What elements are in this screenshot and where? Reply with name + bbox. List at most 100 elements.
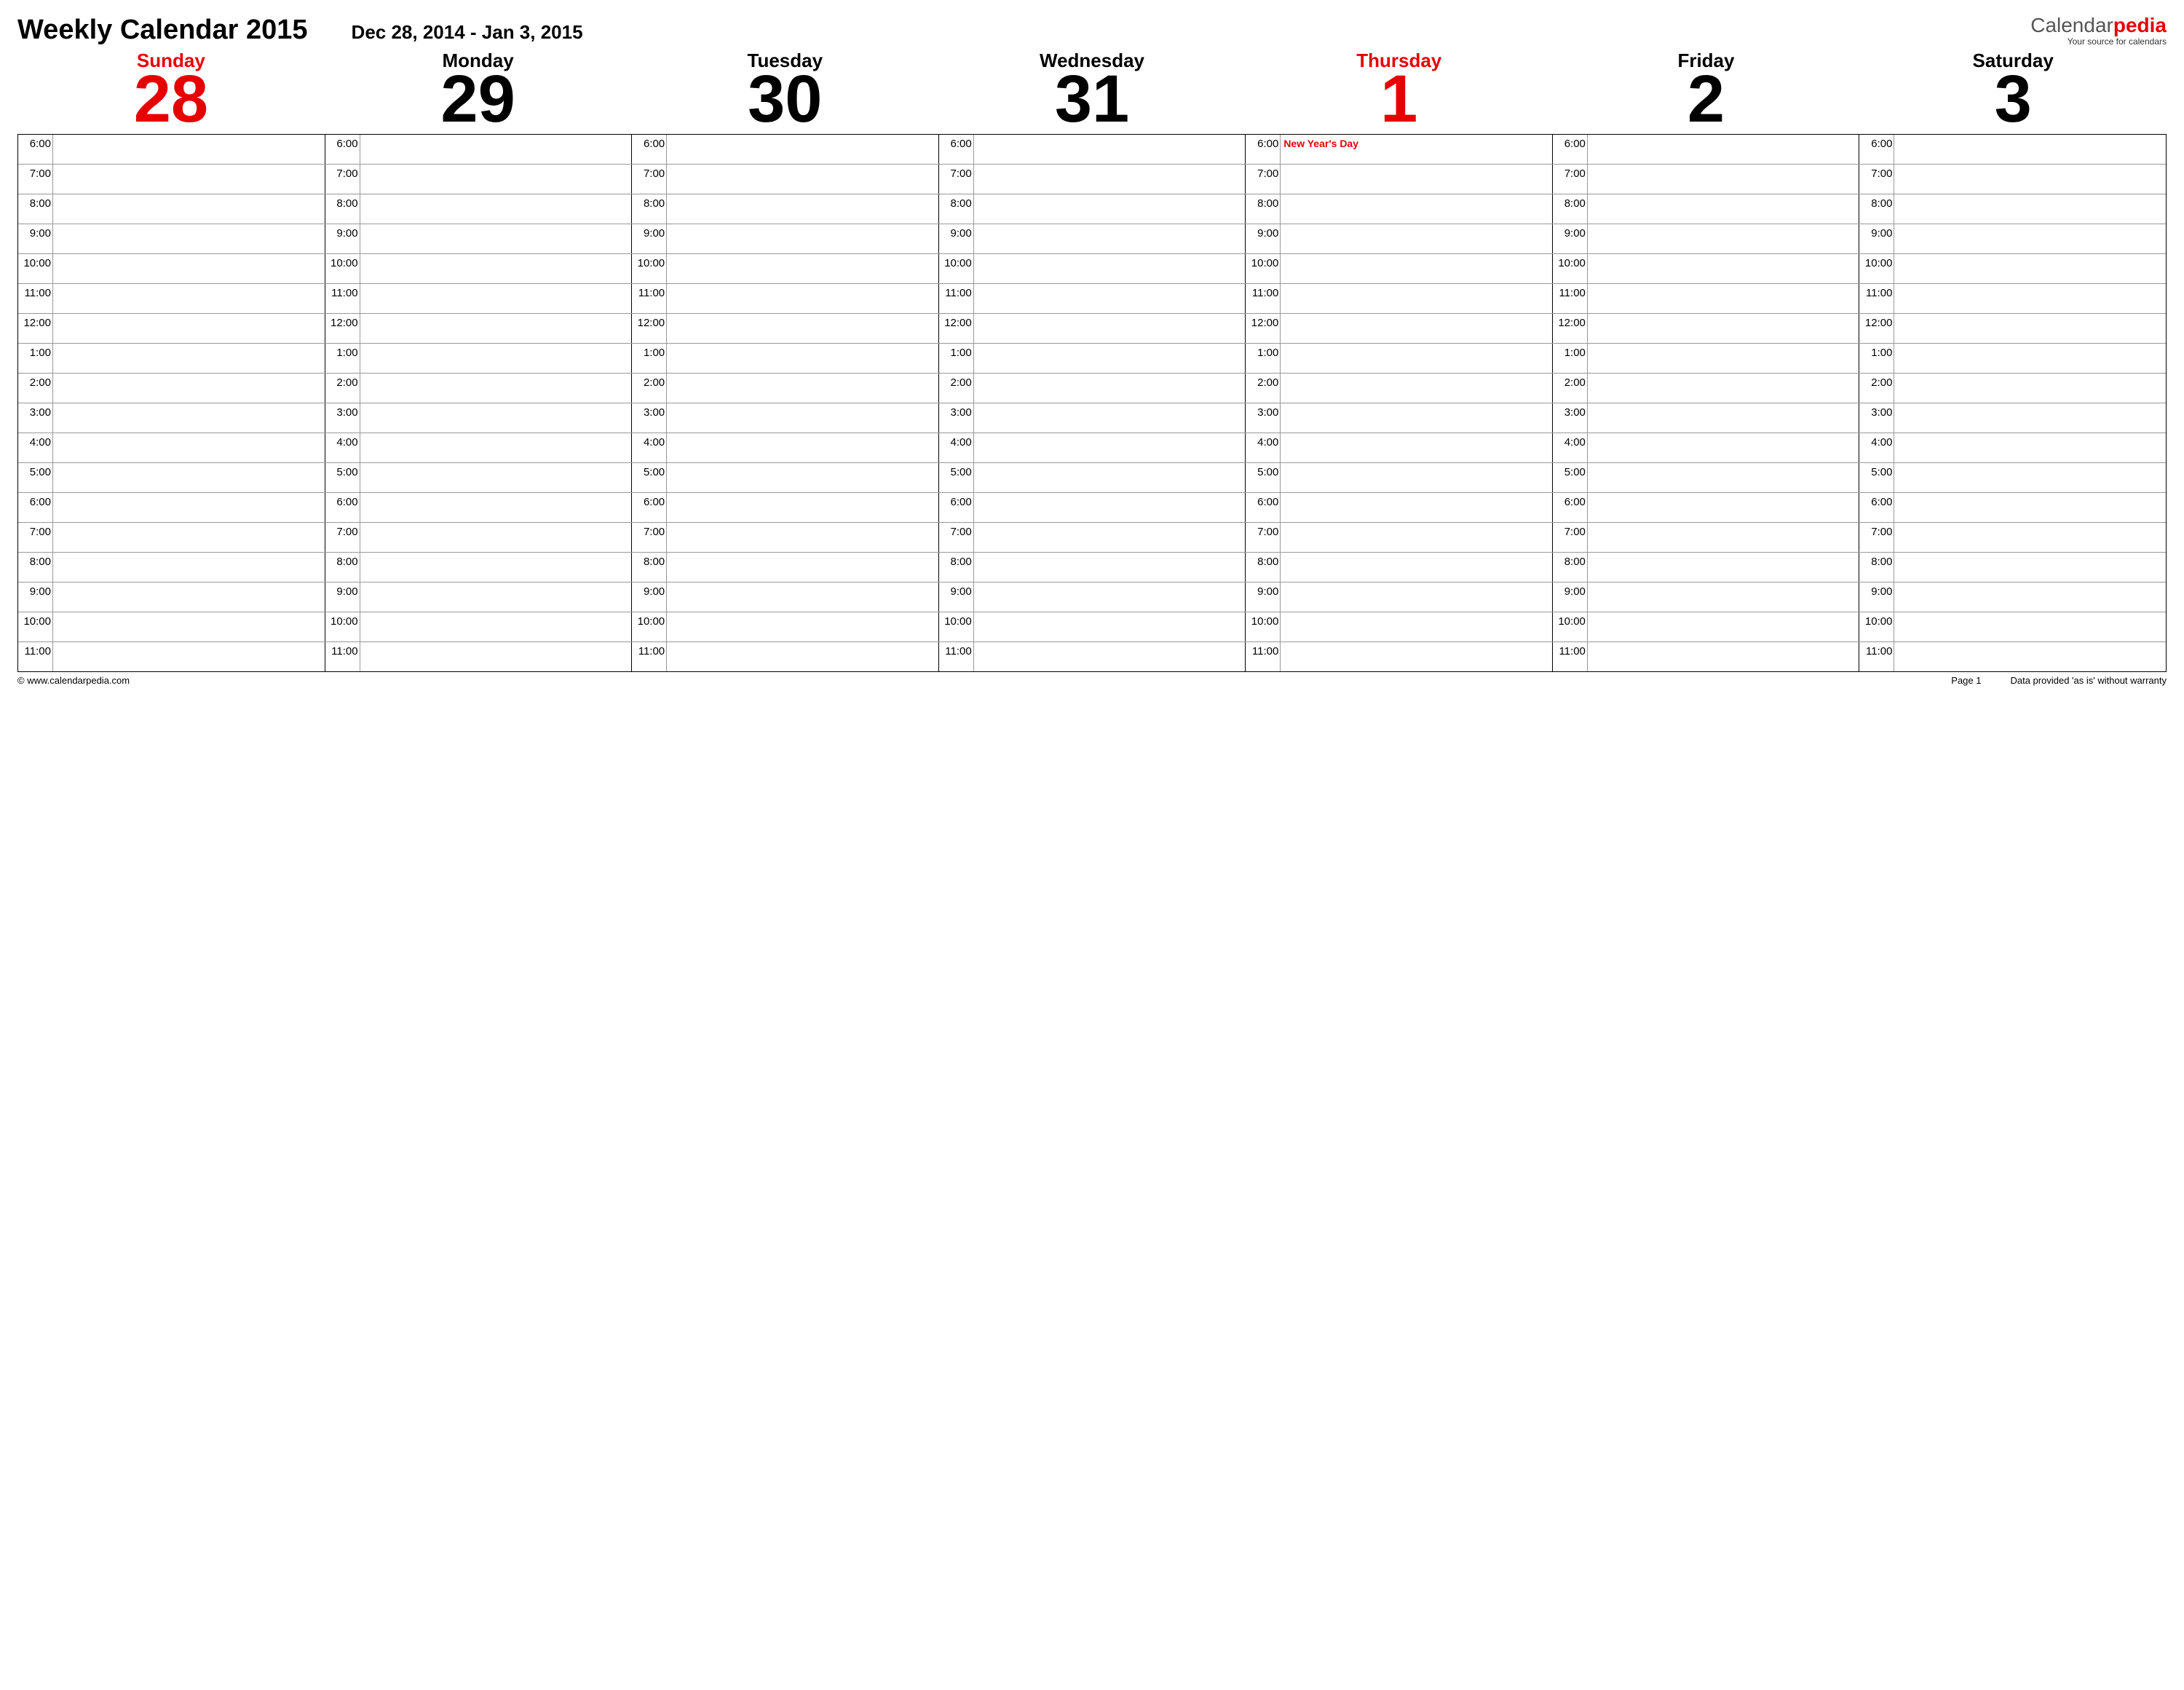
event-area <box>360 523 632 552</box>
time-label: 7:00 <box>939 165 974 194</box>
event-area <box>53 194 325 224</box>
time-label: 2:00 <box>632 374 667 403</box>
time-label: 10:00 <box>1553 612 1588 641</box>
grid-cell: 8:00 <box>1552 553 1859 582</box>
day-column: Wednesday31 <box>938 50 1246 130</box>
grid-cell: 11:00 <box>631 284 938 313</box>
event-area <box>1588 583 1859 612</box>
time-label: 10:00 <box>1859 254 1894 283</box>
grid-cell: 9:00 <box>1245 583 1552 612</box>
event-area <box>360 224 632 253</box>
grid-cell: 11:00 <box>1245 642 1552 671</box>
event-area <box>667 493 938 522</box>
event-area <box>1894 344 2166 373</box>
event-area <box>1894 224 2166 253</box>
event-area <box>53 583 325 612</box>
grid-row: 6:006:006:006:006:006:006:00 <box>18 492 2166 522</box>
event-area <box>667 284 938 313</box>
time-label: 6:00 <box>1246 493 1281 522</box>
event-area <box>360 165 632 194</box>
grid-cell: 1:00 <box>1245 344 1552 373</box>
grid-row: 11:0011:0011:0011:0011:0011:0011:00 <box>18 641 2166 671</box>
grid-row: 1:001:001:001:001:001:001:00 <box>18 343 2166 373</box>
grid-cell: 11:00 <box>1552 642 1859 671</box>
event-area <box>53 344 325 373</box>
grid-cell: 9:00 <box>325 583 632 612</box>
grid-cell: 12:00 <box>1552 314 1859 343</box>
time-label: 9:00 <box>632 583 667 612</box>
event-area <box>1281 165 1552 194</box>
grid-cell: 11:00 <box>1245 284 1552 313</box>
grid-cell: 7:00 <box>1552 523 1859 552</box>
event-area <box>360 194 632 224</box>
grid-cell: 9:00 <box>631 224 938 253</box>
event-area <box>53 165 325 194</box>
grid-row: 7:007:007:007:007:007:007:00 <box>18 522 2166 552</box>
time-label: 6:00 <box>939 493 974 522</box>
time-label: 8:00 <box>1246 194 1281 224</box>
time-label: 5:00 <box>1859 463 1894 492</box>
event-area <box>974 612 1246 641</box>
time-label: 1:00 <box>632 344 667 373</box>
grid-cell: 6:00 <box>325 135 632 164</box>
event-area <box>1588 523 1859 552</box>
grid-cell: 9:00 <box>18 583 325 612</box>
time-label: 7:00 <box>1859 523 1894 552</box>
brand-part1: Calendar <box>2030 14 2113 36</box>
event-area <box>667 314 938 343</box>
day-number: 3 <box>1859 69 2167 130</box>
grid-cell: 2:00 <box>325 374 632 403</box>
hourly-grid: 6:006:006:006:006:00New Year's Day6:006:… <box>17 134 2167 672</box>
grid-cell: 8:00 <box>325 553 632 582</box>
event-area <box>974 194 1246 224</box>
grid-cell: 3:00 <box>1245 403 1552 433</box>
time-label: 6:00 <box>1859 135 1894 164</box>
time-label: 6:00 <box>632 493 667 522</box>
event-area <box>1588 284 1859 313</box>
grid-cell: 8:00 <box>18 553 325 582</box>
time-label: 11:00 <box>939 642 974 671</box>
grid-cell: 5:00 <box>1245 463 1552 492</box>
event-area <box>1588 194 1859 224</box>
event-area <box>974 135 1246 164</box>
event-area <box>667 433 938 462</box>
grid-cell: 6:00New Year's Day <box>1245 135 1552 164</box>
event-area <box>1894 194 2166 224</box>
event-area <box>1281 553 1552 582</box>
grid-cell: 12:00 <box>938 314 1246 343</box>
grid-cell: 9:00 <box>631 583 938 612</box>
time-label: 8:00 <box>1553 553 1588 582</box>
event-area <box>1894 463 2166 492</box>
time-label: 6:00 <box>1859 493 1894 522</box>
grid-cell: 11:00 <box>631 642 938 671</box>
grid-cell: 4:00 <box>1552 433 1859 462</box>
grid-cell: 1:00 <box>1859 344 2166 373</box>
time-label: 12:00 <box>18 314 53 343</box>
time-label: 7:00 <box>1553 523 1588 552</box>
grid-row: 5:005:005:005:005:005:005:00 <box>18 462 2166 492</box>
time-label: 8:00 <box>1859 553 1894 582</box>
time-label: 10:00 <box>1553 254 1588 283</box>
event-area <box>360 493 632 522</box>
grid-cell: 3:00 <box>1552 403 1859 433</box>
event-area <box>1588 463 1859 492</box>
grid-cell: 12:00 <box>1859 314 2166 343</box>
event-area <box>360 374 632 403</box>
event-area <box>1281 344 1552 373</box>
time-label: 2:00 <box>1859 374 1894 403</box>
time-label: 3:00 <box>632 403 667 433</box>
grid-cell: 11:00 <box>325 642 632 671</box>
grid-cell: 4:00 <box>1859 433 2166 462</box>
event-area <box>1894 403 2166 433</box>
event-area <box>1281 523 1552 552</box>
grid-row: 12:0012:0012:0012:0012:0012:0012:00 <box>18 313 2166 343</box>
grid-cell: 2:00 <box>18 374 325 403</box>
footer: © www.calendarpedia.com Page 1 Data prov… <box>17 675 2167 686</box>
event-area <box>1588 612 1859 641</box>
time-label: 5:00 <box>325 463 360 492</box>
grid-cell: 9:00 <box>1859 583 2166 612</box>
grid-cell: 6:00 <box>1552 493 1859 522</box>
time-label: 7:00 <box>325 165 360 194</box>
grid-cell: 11:00 <box>1859 642 2166 671</box>
grid-cell: 12:00 <box>631 314 938 343</box>
